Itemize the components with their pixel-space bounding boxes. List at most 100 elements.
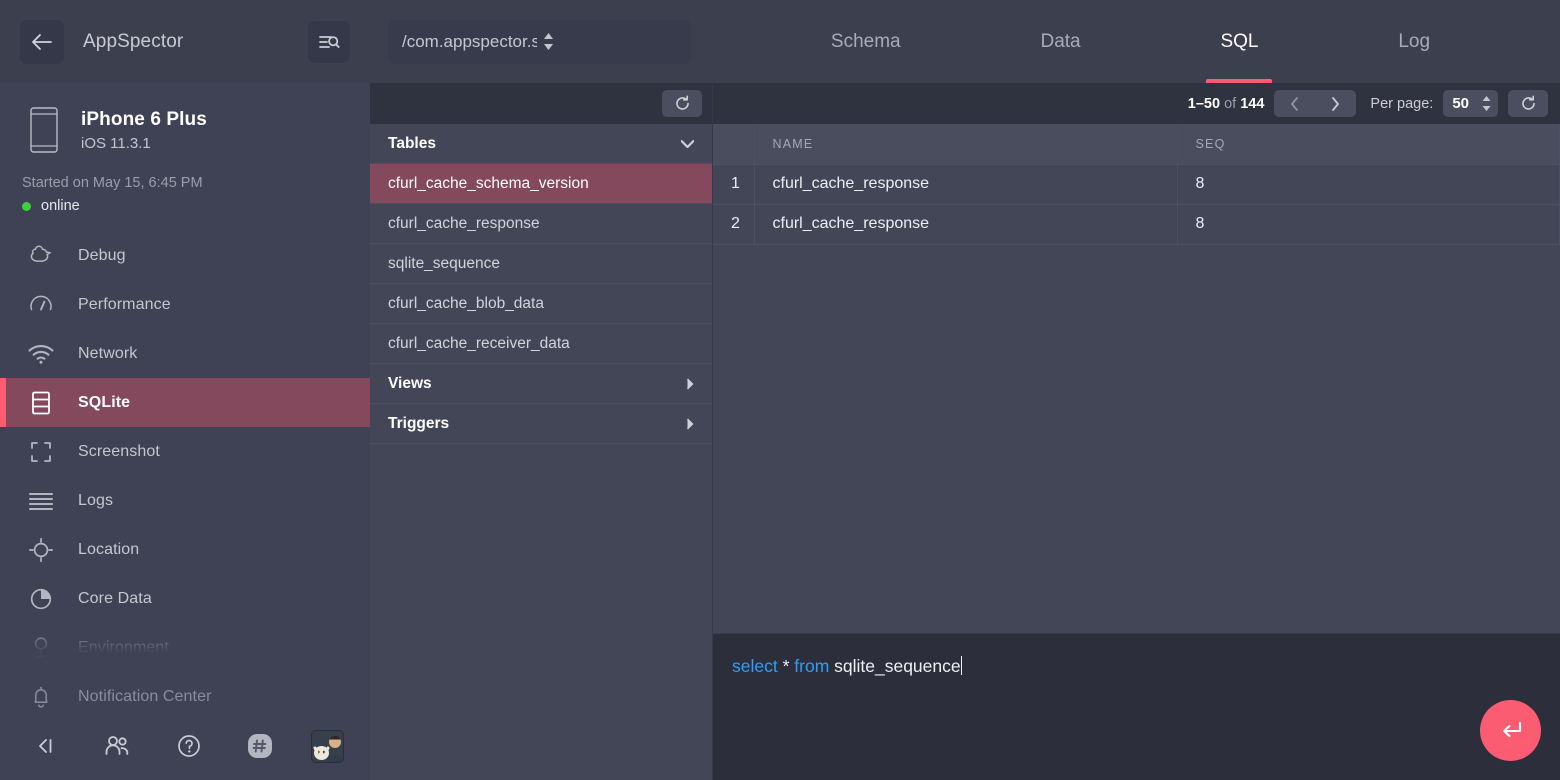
table-item[interactable]: cfurl_cache_schema_version (370, 164, 712, 204)
tables-empty-space (370, 444, 712, 780)
sql-token-keyword: select (732, 656, 778, 676)
per-page-select[interactable]: 50 (1443, 90, 1498, 117)
database-select[interactable]: /com.appspector.sample/... (388, 19, 691, 64)
collapse-sidebar-icon (39, 739, 52, 753)
cell-seq[interactable]: 8 (1177, 164, 1560, 205)
gauge-icon (26, 290, 56, 320)
help-circle-icon (177, 735, 200, 757)
sidebar-item-label: Core Data (78, 589, 152, 607)
table-row[interactable]: 2 cfurl_cache_response 8 (713, 204, 1560, 245)
sidebar-item-logs[interactable]: Logs (0, 476, 370, 525)
sidebar-item-core-data[interactable]: Core Data (0, 574, 370, 623)
table-item-label: cfurl_cache_blob_data (388, 294, 544, 312)
pagination-buttons (1274, 90, 1357, 117)
group-label: Triggers (388, 414, 450, 432)
cell-name[interactable]: cfurl_cache_response (754, 164, 1178, 205)
help-button[interactable] (169, 726, 209, 766)
sidebar-item-notification-center[interactable]: Notification Center (0, 672, 370, 718)
sidebar-item-label: Debug (78, 246, 126, 264)
device-name: iPhone 6 Plus (81, 108, 207, 130)
sidebar-item-label: Network (78, 344, 138, 362)
collapse-sidebar-button[interactable] (26, 726, 66, 766)
pagination-total: 144 (1240, 95, 1265, 112)
table-item[interactable]: cfurl_cache_blob_data (370, 284, 712, 324)
results-grid-wrap: NAME SEQ 1 cfurl_cache_response 8 2 cfur… (713, 124, 1560, 633)
sidebar-item-sqlite[interactable]: SQLite (0, 378, 370, 427)
sidebar-item-screenshot[interactable]: Screenshot (0, 427, 370, 476)
tables-toolbar (370, 83, 712, 124)
tab-data[interactable]: Data (1026, 0, 1094, 83)
sql-query-line[interactable]: select * from sqlite_sequence (732, 656, 1560, 677)
content-body: Tables cfurl_cache_schema_version cfurl_… (370, 83, 1560, 780)
table-item-label: cfurl_cache_schema_version (388, 174, 589, 192)
tab-label: SQL (1220, 30, 1259, 52)
table-item[interactable]: sqlite_sequence (370, 244, 712, 284)
sidebar-item-location[interactable]: Location (0, 525, 370, 574)
next-page-button[interactable] (1315, 90, 1356, 117)
sidebar-item-label: Screenshot (78, 442, 160, 460)
sidebar-item-label: Performance (78, 295, 171, 313)
results-table: NAME SEQ 1 cfurl_cache_response 8 2 cfur… (713, 124, 1560, 245)
group-label: Tables (388, 134, 436, 152)
group-header-tables[interactable]: Tables (370, 124, 712, 164)
slack-icon (247, 734, 272, 758)
results-refresh-button[interactable] (1508, 90, 1548, 117)
tab-log[interactable]: Log (1384, 0, 1444, 83)
sql-token-plain: sqlite_sequence (829, 656, 961, 676)
main-area: /com.appspector.sample/... Schema Data S… (370, 0, 1560, 780)
table-item-label: cfurl_cache_receiver_data (388, 334, 570, 352)
session-started: Started on May 15, 6:45 PM (22, 175, 203, 191)
back-button[interactable] (20, 19, 64, 64)
column-header-seq[interactable]: SEQ (1177, 124, 1560, 165)
chevron-left-icon (1291, 96, 1299, 111)
slack-button[interactable] (240, 726, 280, 766)
group-label: Views (388, 374, 432, 392)
team-button[interactable] (97, 726, 137, 766)
tab-sql[interactable]: SQL (1206, 0, 1273, 83)
sidebar-item-label: Logs (78, 491, 114, 509)
tables-refresh-button[interactable] (662, 90, 702, 117)
top-bar: /com.appspector.sample/... Schema Data S… (370, 0, 1560, 83)
sidebar-item-performance[interactable]: Performance (0, 280, 370, 329)
tab-label: Schema (830, 30, 901, 52)
cell-seq[interactable]: 8 (1177, 204, 1560, 245)
stepper-arrows-icon (1482, 96, 1491, 111)
tab-schema[interactable]: Schema (817, 0, 915, 83)
team-icon (105, 736, 129, 755)
sidebar-item-label: Environment (78, 638, 169, 656)
cell-name[interactable]: cfurl_cache_response (754, 204, 1178, 245)
key-icon (26, 633, 56, 663)
group-header-views[interactable]: Views (370, 364, 712, 404)
run-query-button[interactable] (1480, 700, 1541, 761)
sidebar-item-debug[interactable]: Debug (0, 231, 370, 280)
user-avatar[interactable] (311, 729, 344, 763)
table-item[interactable]: cfurl_cache_receiver_data (370, 324, 712, 364)
sql-editor[interactable]: select * from sqlite_sequence (713, 633, 1560, 780)
pagination-summary: 1–50 of 144 (1188, 96, 1265, 112)
prev-page-button[interactable] (1274, 90, 1315, 117)
status-label: online (41, 198, 80, 214)
device-os: iOS 11.3.1 (81, 134, 151, 152)
table-row[interactable]: 1 cfurl_cache_response 8 (713, 164, 1560, 205)
sidebar-footer (0, 718, 370, 780)
enter-return-icon (1502, 721, 1521, 737)
results-toolbar: 1–50 of 144 Per page: 50 (713, 83, 1560, 124)
filter-search-icon (319, 35, 340, 48)
tables-panel: Tables cfurl_cache_schema_version cfurl_… (370, 83, 713, 780)
sidebar-item-environment[interactable]: Environment (0, 623, 370, 672)
column-header-name[interactable]: NAME (754, 124, 1178, 165)
per-page-label: Per page: (1370, 95, 1434, 112)
database-select-value: /com.appspector.sample/... (402, 31, 537, 51)
group-header-triggers[interactable]: Triggers (370, 404, 712, 444)
filter-search-button[interactable] (308, 20, 350, 63)
sidebar-item-network[interactable]: Network (0, 329, 370, 378)
crop-frame-icon (26, 437, 56, 467)
sidebar-item-label: SQLite (78, 393, 131, 411)
table-item[interactable]: cfurl_cache_response (370, 204, 712, 244)
refresh-icon (675, 95, 689, 110)
chevron-right-icon (687, 418, 694, 429)
table-item-label: cfurl_cache_response (388, 214, 540, 232)
tab-label: Log (1398, 30, 1431, 52)
chevron-right-icon (687, 378, 694, 389)
row-index: 1 (713, 164, 755, 205)
